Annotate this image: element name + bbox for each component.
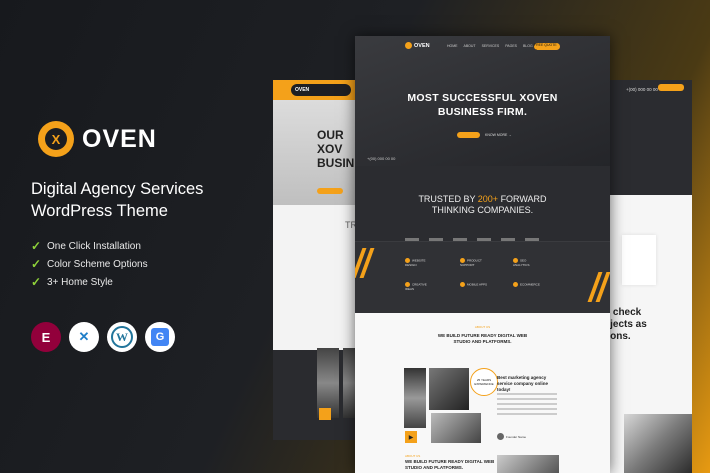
feature-label: Color Scheme Options	[47, 258, 148, 270]
menu-item: HOME	[447, 44, 458, 48]
preview-left: OVEN OUR XOV BUSINES TRU	[273, 80, 363, 440]
bottom-kicker: ABOUT US	[405, 454, 421, 458]
about-author: Founder Name	[497, 433, 526, 440]
preview-right-card	[622, 235, 656, 285]
author-name: Founder Name	[506, 434, 527, 439]
preview-right-heading-line1: n check	[604, 307, 642, 318]
translate-icon: G	[145, 322, 175, 352]
translate-glyph: G	[151, 328, 169, 346]
about-title-line2: STUDIO AND PLATFORMS.	[453, 339, 512, 344]
feature-card: WEBSITE DESIGN	[405, 258, 435, 267]
preview-right-photo	[624, 414, 692, 473]
about-kicker: ABOUT US	[474, 325, 491, 329]
experience-badge: 25 YEARS EXPERIENCE	[470, 368, 498, 396]
check-icon: ✓	[31, 257, 42, 271]
wordpress-icon: W	[107, 322, 137, 352]
logo-mark-letter: X	[45, 128, 67, 150]
preview-main: OVEN HOME ABOUT SERVICES PAGES BLOG CONT…	[355, 36, 610, 473]
preview-main-cta: FREE QUOTE →	[534, 43, 560, 51]
feature-card: CREATIVE IDEAS	[405, 282, 435, 291]
preview-left-hero-button	[317, 188, 343, 194]
feature-item: ✓ 3+ Home Style	[31, 273, 148, 291]
bottom-photo	[497, 455, 559, 473]
logo-mark-icon: X	[38, 121, 74, 157]
about-blurb: Best marketing agency service company on…	[497, 375, 549, 392]
tagline-line2: WordPress Theme	[31, 202, 168, 220]
preview-main-hero-buttons: KNOW MORE →	[457, 132, 512, 138]
preview-main-trusted: TRUSTED BY 200+ FORWARD THINKING COMPANI…	[355, 166, 610, 241]
trusted-heading: TRUSTED BY 200+ FORWARD THINKING COMPANI…	[355, 194, 610, 216]
feature-card-label: ECOMMERCE	[520, 282, 540, 287]
preview-left-logo: OVEN	[291, 84, 351, 96]
menu-item: BLOG	[523, 44, 533, 48]
preview-main-about: ABOUT US WE BUILD FUTURE READY DIGITAL W…	[355, 313, 610, 473]
preview-left-dark-section	[273, 348, 363, 440]
feature-list: ✓ One Click Installation ✓ Color Scheme Op…	[31, 237, 148, 291]
about-text-lines	[497, 393, 557, 418]
play-icon: ▶	[405, 431, 417, 443]
plugin-icons: E ✕ W G	[31, 322, 175, 352]
preview-main-logo-text: OVEN	[414, 42, 430, 49]
feature-card-label: MOBILE APPS	[467, 282, 488, 287]
feature-icon	[460, 282, 465, 287]
preview-right-hero: +(00) 000 00 00	[600, 80, 692, 195]
tagline: Digital Agency Services WordPress Theme	[31, 178, 251, 222]
trusted-pre: TRUSTED BY	[418, 194, 478, 204]
wpml-icon: ✕	[69, 322, 99, 352]
preview-right-heading-line2: ojects as	[604, 319, 647, 330]
about-photo	[429, 368, 469, 410]
hero-title-line2: BUSINESS FIRM.	[437, 106, 528, 118]
check-icon: ✓	[31, 239, 42, 253]
play-icon	[319, 408, 331, 420]
feature-icon	[513, 282, 518, 287]
avatar	[497, 433, 504, 440]
feature-label: One Click Installation	[47, 240, 141, 252]
trusted-highlight: 200+	[477, 194, 499, 204]
feature-label: 3+ Home Style	[47, 276, 113, 288]
preview-main-bottom: ABOUT US WE BUILD FUTURE READY DIGITAL W…	[355, 452, 610, 473]
feature-card: PRODUCT SUPPORT	[460, 258, 490, 267]
brand-name: OVEN	[82, 124, 157, 153]
bottom-title-line2: STUDIO AND PLATFORMS.	[405, 465, 463, 470]
feature-item: ✓ One Click Installation	[31, 237, 148, 255]
feature-card: MOBILE APPS	[460, 282, 490, 287]
wordpress-glyph: W	[111, 326, 133, 348]
feature-card: ECOMMERCE	[513, 282, 543, 287]
preview-main-hero-title: MOST SUCCESSFUL XOVEN BUSINESS FIRM.	[355, 91, 610, 119]
preview-left-hero: OUR XOV BUSINES	[273, 100, 363, 205]
menu-item: SERVICES	[481, 44, 500, 48]
preview-right-heading: n check ojects as tions.	[604, 307, 647, 343]
preview-main-features: WEBSITE DESIGN PRODUCT SUPPORT SEO ANALY…	[355, 241, 610, 313]
tagline-line1: Digital Agency Services	[31, 180, 204, 198]
about-photo	[404, 368, 426, 428]
logo-dot-icon	[405, 42, 412, 49]
about-photo	[431, 413, 481, 443]
preview-right-phone: +(00) 000 00 00	[626, 87, 658, 92]
preview-right: +(00) 000 00 00 n check ojects as tions.	[600, 80, 692, 473]
hero-title-line1: MOST SUCCESSFUL XOVEN	[407, 92, 558, 104]
preview-left-header: OVEN	[273, 80, 363, 100]
brand-logo: X OVEN	[38, 121, 157, 157]
feature-card: SEO ANALYTICS	[513, 258, 543, 267]
preview-main-phone: +(00) 000 00 00	[367, 156, 396, 161]
feature-item: ✓ Color Scheme Options	[31, 255, 148, 273]
hero-primary-button	[457, 132, 480, 138]
preview-right-heading-line3: tions.	[604, 331, 631, 342]
preview-main-logo: OVEN	[405, 42, 430, 49]
trusted-post: FORWARD	[498, 194, 547, 204]
menu-item: ABOUT	[463, 44, 476, 48]
preview-right-cta	[658, 84, 684, 91]
check-icon: ✓	[31, 275, 42, 289]
hero-secondary-button: KNOW MORE →	[485, 133, 512, 137]
about-title: WE BUILD FUTURE READY DIGITAL WEB STUDIO…	[355, 333, 610, 345]
preview-main-hero: OVEN HOME ABOUT SERVICES PAGES BLOG CONT…	[355, 36, 610, 166]
menu-item: PAGES	[505, 44, 518, 48]
bottom-title: WE BUILD FUTURE READY DIGITAL WEB STUDIO…	[405, 459, 494, 471]
elementor-icon: E	[31, 322, 61, 352]
trusted-line2: THINKING COMPANIES.	[431, 205, 534, 215]
